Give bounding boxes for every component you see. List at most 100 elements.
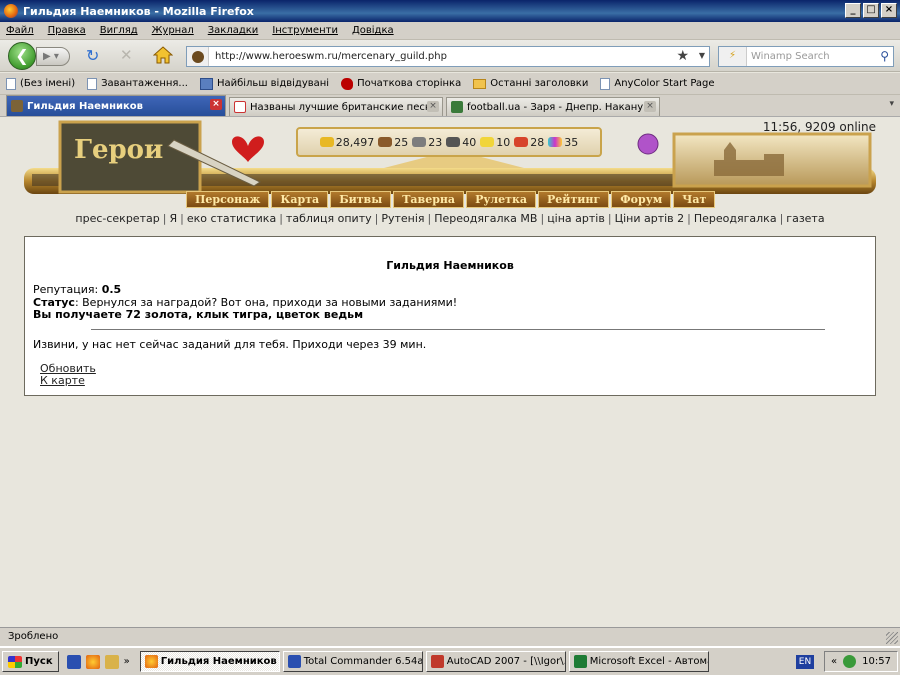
window-title: Гильдия Наемников - Mozilla Firefox — [23, 4, 254, 18]
task-firefox[interactable]: Гильдия Наемников -... — [139, 651, 280, 672]
nav-forum[interactable]: Форум — [611, 191, 672, 208]
nav-rating[interactable]: Рейтинг — [538, 191, 610, 208]
bookmark-item[interactable]: Останні заголовки — [473, 78, 588, 89]
to-map-link[interactable]: К карте — [40, 374, 85, 387]
menu-bookmarks[interactable]: Закладки — [208, 25, 259, 36]
reload-button[interactable]: ↻ — [86, 48, 99, 64]
screen: Гильдия Наемников - Mozilla Firefox _ □ … — [0, 0, 900, 675]
system-tray: « 10:57 — [824, 651, 898, 672]
tab-list-icon[interactable]: ▾ — [889, 99, 894, 109]
tab-close-icon[interactable]: × — [427, 101, 439, 112]
rss-folder-icon — [473, 78, 487, 89]
close-button[interactable]: × — [881, 3, 897, 18]
resource-bar: 28,497 25 23 40 10 28 35 — [296, 127, 602, 157]
minimize-button[interactable]: _ — [845, 3, 861, 18]
tab-british-songs[interactable]: Названы лучшие британские песни в... × — [229, 97, 443, 116]
resize-grip-icon[interactable] — [886, 632, 898, 644]
link-press[interactable]: прес-секретар — [75, 212, 159, 225]
nav-roulette[interactable]: Рулетка — [466, 191, 537, 208]
resource-gold: 28,497 — [319, 136, 374, 149]
windows-logo-icon — [8, 655, 22, 668]
bookmark-star-icon[interactable]: ★ — [676, 48, 689, 64]
firefox-launch-icon[interactable] — [85, 654, 100, 669]
menu-file[interactable]: Файл — [6, 25, 34, 36]
page-content: Герои 11:56, 9209 online 28,497 25 23 40… — [0, 117, 900, 627]
quick-launch: » — [66, 654, 130, 669]
link-newspaper[interactable]: газета — [786, 212, 824, 225]
reputation-line: Репутация: 0.5 — [33, 283, 122, 296]
start-button[interactable]: Пуск — [2, 651, 59, 672]
forward-button[interactable]: ▶ ▾ — [36, 47, 70, 66]
search-bar[interactable]: ⚡ Winamp Search ⚲ — [718, 46, 894, 67]
guild-panel: Гильдия Наемников Репутация: 0.5 Статус:… — [24, 236, 876, 396]
tab-close-icon[interactable]: × — [644, 101, 656, 112]
page-icon — [600, 77, 611, 90]
menu-help[interactable]: Довідка — [352, 25, 394, 36]
link-eco-stats[interactable]: еко статистика — [187, 212, 276, 225]
bookmarks-toolbar: (Без імені) Завантаження... Найбільш від… — [0, 73, 900, 95]
tray-expand-icon[interactable]: « — [831, 656, 837, 667]
resource-crystal: 28 — [514, 136, 544, 149]
home-button[interactable] — [152, 46, 174, 64]
search-icon[interactable]: ⚲ — [880, 49, 889, 63]
crystal-icon — [514, 137, 529, 147]
tab-football[interactable]: football.ua - Заря - Днепр. Накануне × — [446, 97, 660, 116]
menu-edit[interactable]: Правка — [48, 25, 86, 36]
autocad-icon — [430, 655, 444, 668]
page-icon — [87, 77, 98, 90]
link-me[interactable]: Я — [169, 212, 177, 225]
server-clock: 11:56, 9209 online — [762, 120, 876, 134]
tool-icon[interactable] — [104, 654, 119, 669]
floppy-icon[interactable] — [66, 654, 81, 669]
link-art-prices-2[interactable]: Ціни артів 2 — [615, 212, 685, 225]
menu-tools[interactable]: Інструменти — [272, 25, 338, 36]
link-art-price[interactable]: ціна артів — [547, 212, 605, 225]
language-indicator[interactable]: EN — [796, 655, 814, 669]
link-dressup-mv[interactable]: Переодягалка МВ — [434, 212, 537, 225]
nav-character[interactable]: Персонаж — [186, 191, 270, 208]
link-xp-table[interactable]: таблиця опиту — [286, 212, 372, 225]
nav-battles[interactable]: Битвы — [330, 191, 392, 208]
link-rutenia[interactable]: Рутенія — [381, 212, 424, 225]
bookmark-item[interactable]: Початкова сторінка — [341, 77, 461, 90]
bookmark-item[interactable]: AnyColor Start Page — [600, 77, 715, 90]
status-bar: Зроблено — [0, 627, 900, 646]
football-favicon-icon — [451, 101, 463, 113]
bookmark-item[interactable]: Завантаження... — [87, 77, 188, 90]
mana-flask-icon — [637, 133, 659, 155]
resource-gems: 35 — [548, 136, 578, 149]
resource-ore: 23 — [412, 136, 442, 149]
menu-view[interactable]: Вигляд — [100, 25, 138, 36]
news-favicon-icon — [234, 101, 246, 113]
task-total-commander[interactable]: Total Commander 6.54a ... — [282, 651, 423, 672]
menu-history[interactable]: Журнал — [152, 25, 194, 36]
excel-icon — [573, 655, 587, 668]
home-icon — [152, 46, 174, 64]
tab-mercenary-guild[interactable]: Гильдия Наемников × — [6, 95, 226, 116]
quick-links: прес-секретар | Я | еко статистика | таблиця о… — [75, 212, 825, 225]
task-excel[interactable]: Microsoft Excel - Автома... — [568, 651, 709, 672]
wood-icon — [378, 137, 393, 147]
link-dressup[interactable]: Переодягалка — [694, 212, 777, 225]
tab-close-icon[interactable]: × — [210, 99, 222, 110]
site-identity-icon[interactable] — [187, 47, 209, 66]
nav-chat[interactable]: Чат — [673, 191, 716, 208]
tab-strip: Гильдия Наемников × Названы лучшие брита… — [0, 95, 900, 117]
bookmark-item[interactable]: (Без імені) — [6, 77, 75, 90]
page-title: Гильдия Наемников — [386, 259, 514, 272]
search-engine-icon[interactable]: ⚡ — [719, 47, 747, 66]
more-chevron-icon[interactable]: » — [124, 656, 130, 667]
stop-button[interactable]: ✕ — [120, 48, 133, 63]
network-icon[interactable] — [843, 655, 857, 668]
bookmark-item[interactable]: Найбільш відвідувані — [199, 77, 329, 90]
nav-map[interactable]: Карта — [271, 191, 329, 208]
task-autocad[interactable]: AutoCAD 2007 - [\\Igor\... — [425, 651, 566, 672]
nav-tavern[interactable]: Таверна — [393, 191, 465, 208]
gems-icon — [548, 137, 563, 147]
maximize-button[interactable]: □ — [863, 3, 879, 18]
url-dropdown-icon[interactable]: ▼ — [699, 51, 705, 60]
url-bar[interactable]: http://www.heroeswm.ru/mercenary_guild.p… — [186, 46, 710, 67]
mercury-icon — [446, 137, 461, 147]
back-button[interactable]: ❮ — [8, 42, 36, 70]
taskbar: Пуск » Гильдия Наемников -... Total Comm… — [0, 646, 900, 675]
